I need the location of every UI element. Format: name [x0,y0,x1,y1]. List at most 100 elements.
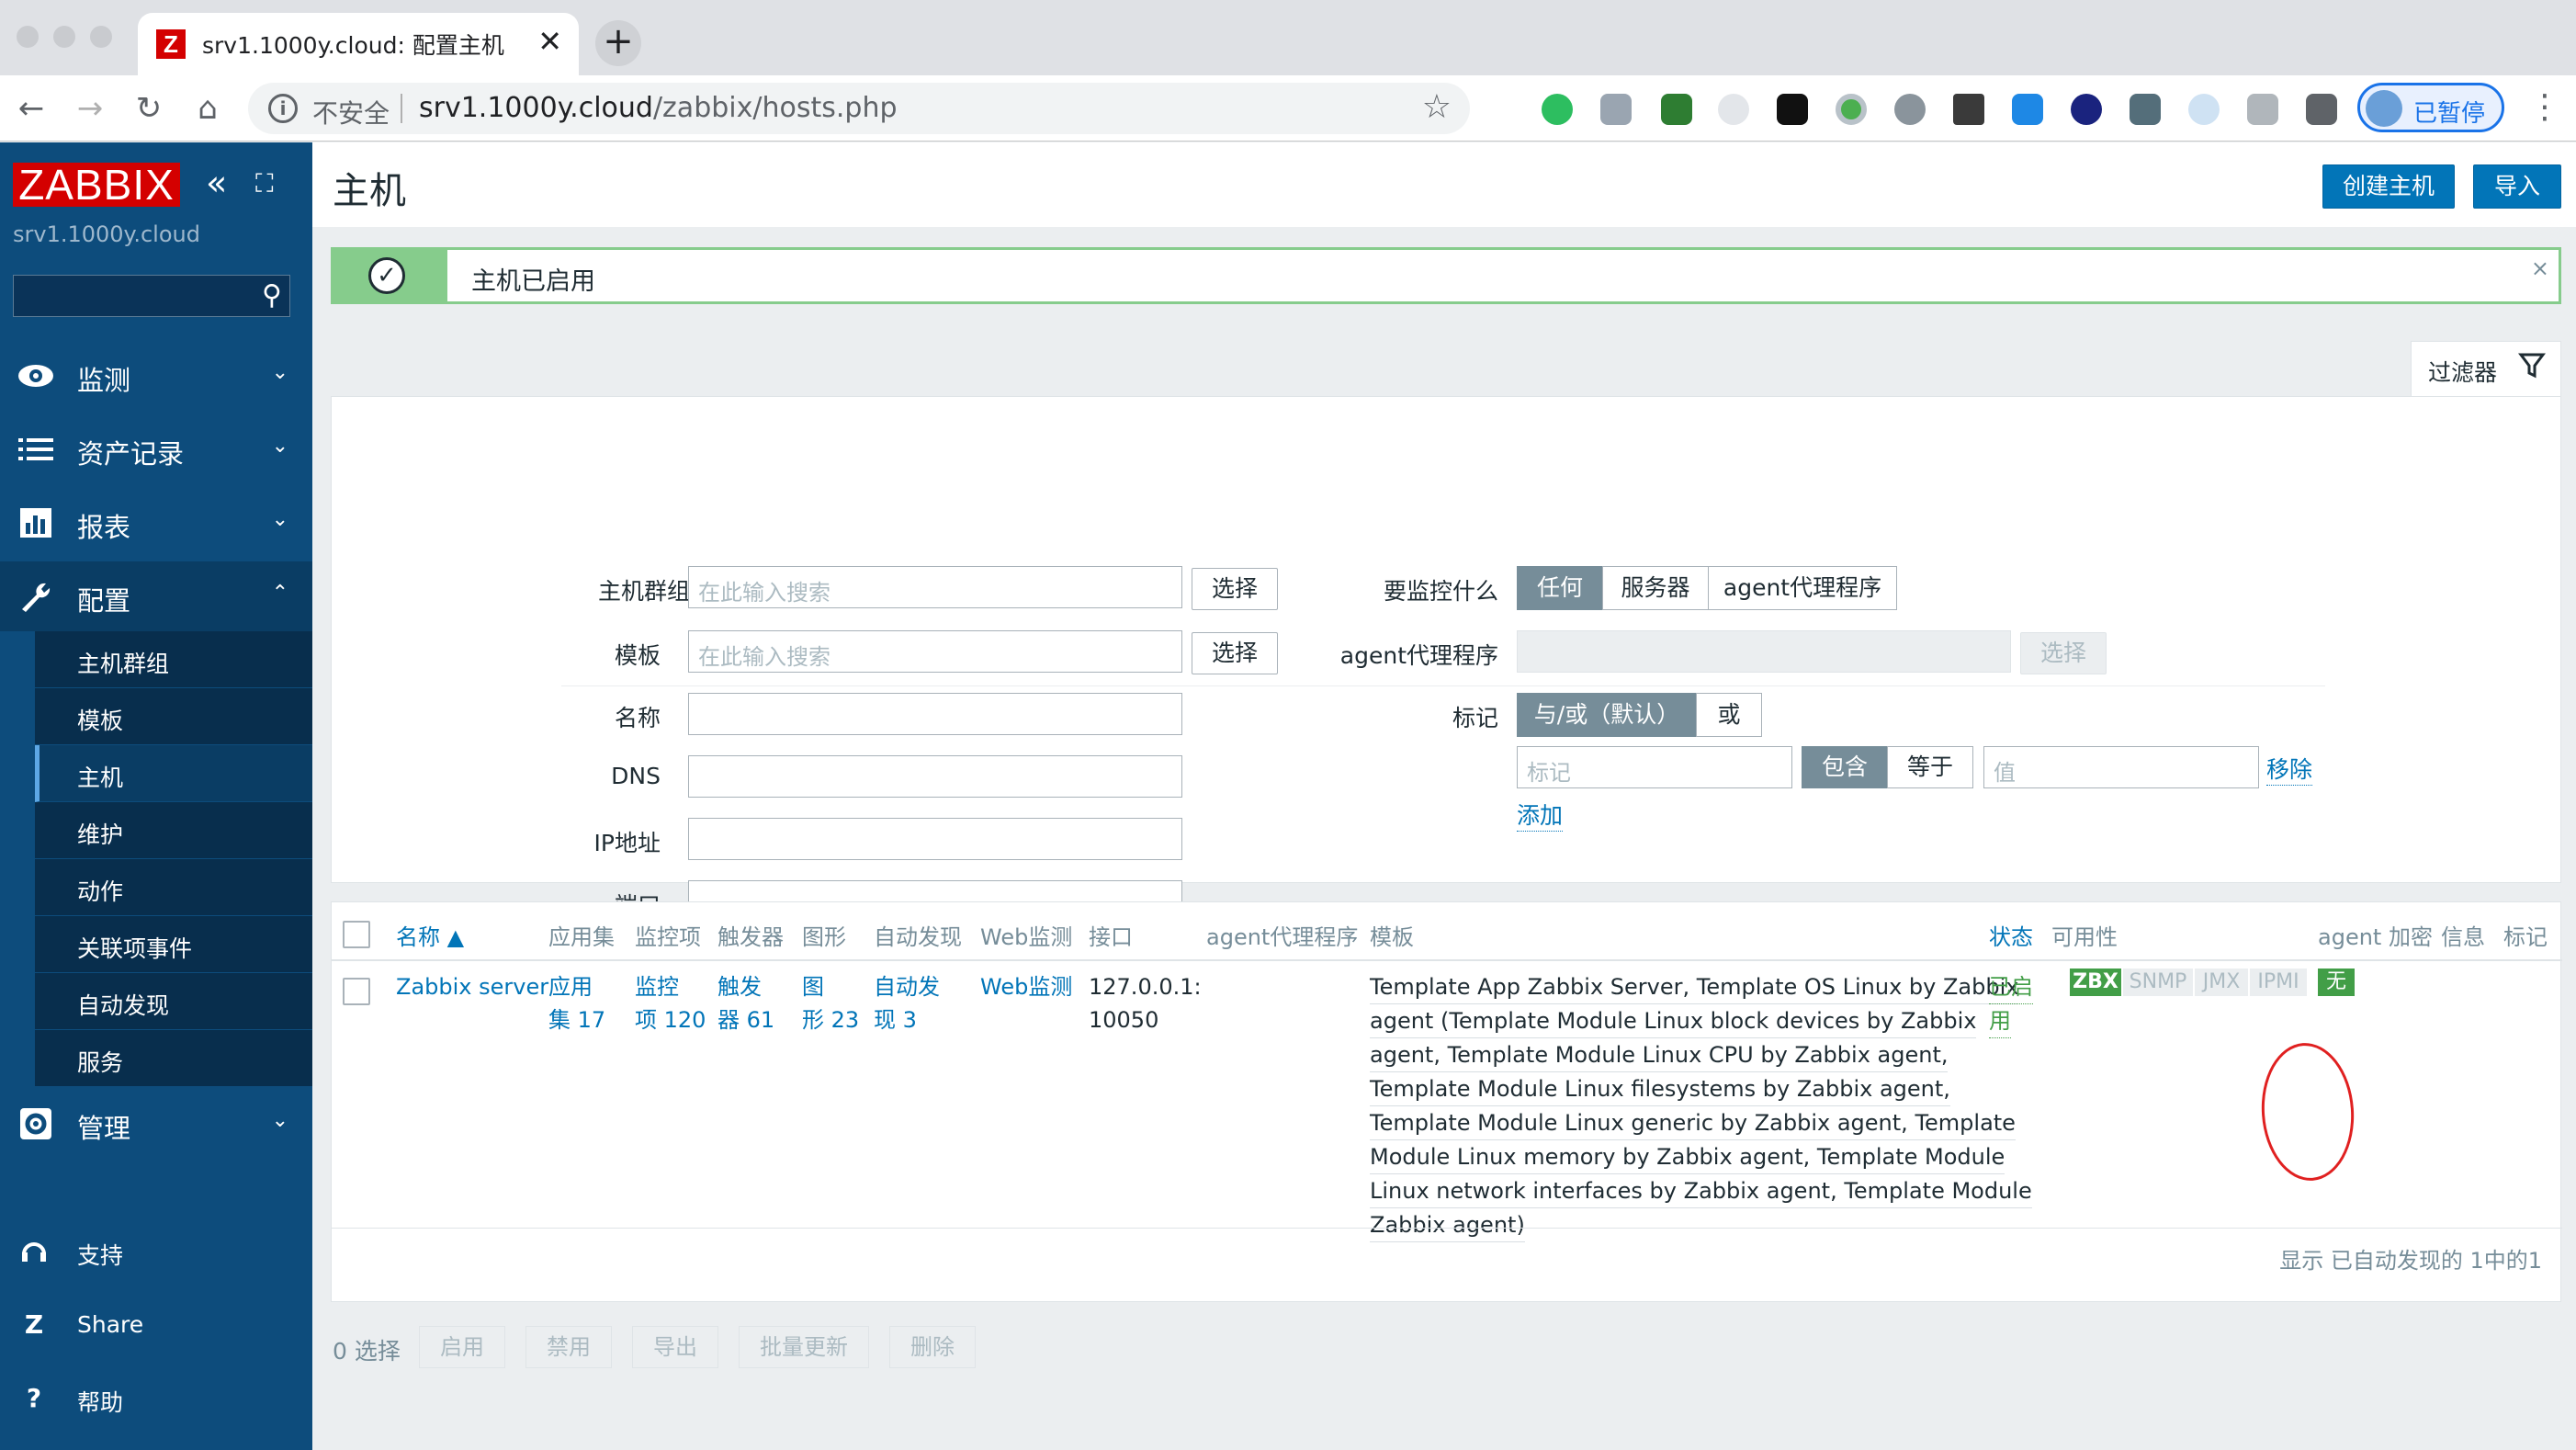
home-icon[interactable]: ⌂ [187,88,228,129]
select-all-checkbox[interactable] [343,921,370,948]
tag-operator-contains[interactable]: 包含 [1802,746,1888,788]
submenu-services[interactable]: 服务 [35,1030,312,1087]
template-line[interactable]: agent (Template Module Linux block devic… [1370,1004,1977,1038]
template-line[interactable]: Module Linux memory by Zabbix agent, Tem… [1370,1140,2005,1174]
applications-link[interactable]: 应用集 17 [548,970,605,1037]
media-extension-icon[interactable] [2071,94,2102,125]
extensions-puzzle-icon[interactable] [2306,94,2337,125]
collapse-sidebar-icon[interactable]: « [206,163,227,203]
submenu-discovery[interactable]: 自动发现 [35,973,312,1030]
mass-export-button[interactable]: 导出 [632,1326,718,1368]
message-close-icon[interactable]: × [2531,255,2549,281]
name-input[interactable] [688,693,1182,735]
tags-and-or[interactable]: 与/或（默认） [1517,693,1697,737]
tab-close-icon[interactable]: ✕ [537,24,562,59]
search-icon[interactable]: ⚲ [262,279,282,312]
web-link[interactable]: Web监测 [980,970,1072,1003]
window-close-dot[interactable] [17,26,39,48]
reload-icon[interactable]: ↻ [129,88,169,129]
template-line[interactable]: Template Module Linux generic by Zabbix … [1370,1106,2016,1140]
monitored-by-server[interactable]: 服务器 [1602,566,1709,610]
help-extension-icon[interactable] [1894,94,1926,125]
translate-extension-icon[interactable] [1661,94,1692,125]
profile-button[interactable]: 已暂停 [2357,83,2504,132]
sidebar-item-support[interactable]: 支持 [0,1219,312,1284]
tampermonkey-extension-icon[interactable] [1777,94,1808,125]
submenu-templates[interactable]: 模板 [35,688,312,745]
sidebar-item-monitoring[interactable]: 监测 ⌄ [0,341,312,411]
window-minimize-dot[interactable] [53,26,75,48]
status-extension-icon[interactable] [1836,94,1867,125]
filter-tab[interactable]: 过滤器 [2411,341,2561,396]
tag-remove-link[interactable]: 移除 [2266,752,2313,786]
import-button[interactable]: 导入 [2473,164,2561,209]
create-host-button[interactable]: 创建主机 [2322,164,2455,209]
sidebar-item-configuration[interactable]: 配置 ⌃ [0,561,312,631]
templates-list[interactable]: Template App Zabbix Server, Template OS … [1370,970,2032,1242]
tag-add-link[interactable]: 添加 [1517,798,1564,832]
site-info-icon[interactable]: i [268,94,298,123]
bookmark-star-icon[interactable]: ☆ [1422,88,1452,126]
host-groups-select-button[interactable]: 选择 [1192,568,1278,610]
evernote-extension-icon[interactable] [1542,94,1573,125]
tags-or[interactable]: 或 [1696,693,1762,737]
submenu-actions[interactable]: 动作 [35,859,312,916]
templates-input[interactable]: 在此输入搜索 [688,630,1182,673]
monitored-by-any[interactable]: 任何 [1517,566,1603,610]
submenu-event-correlation[interactable]: 关联项事件 [35,916,312,973]
monitored-by-proxy[interactable]: agent代理程序 [1708,566,1897,610]
sidebar-item-help[interactable]: ? 帮助 [0,1366,312,1431]
dns-input[interactable] [688,755,1182,798]
mass-update-button[interactable]: 批量更新 [739,1326,869,1368]
column-status[interactable]: 状态 [1989,919,2033,951]
ip-input[interactable] [688,818,1182,860]
sidebar-search-input[interactable]: ⚲ [13,275,290,317]
submenu-hosts[interactable]: 主机 [35,745,312,802]
kiosk-mode-icon[interactable]: ⛶ [255,168,274,199]
address-bar[interactable]: i 不安全 srv1.1000y.cloud/zabbix/hosts.php … [248,83,1470,134]
browser-tab[interactable]: Z srv1.1000y.cloud: 配置主机 ✕ [138,13,579,75]
template-line[interactable]: agent, Template Module Linux CPU by Zabb… [1370,1038,1949,1072]
url-text[interactable]: srv1.1000y.cloud/zabbix/hosts.php [419,92,898,124]
status-toggle[interactable]: 已启 用 [1989,970,2033,1038]
row-checkbox[interactable] [343,978,370,1005]
funnel-icon [2518,351,2546,386]
forward-arrow-icon[interactable]: → [70,88,110,129]
template-line[interactable]: Template App Zabbix Server, Template OS … [1370,970,2019,1004]
column-name[interactable]: 名称 ▲ [396,919,464,951]
template-line[interactable]: Template Module Linux filesystems by Zab… [1370,1072,1950,1106]
window-zoom-dot[interactable] [90,26,112,48]
gitzip-extension-icon[interactable] [1953,94,1984,125]
template-line[interactable]: Linux network interfaces by Zabbix agent… [1370,1174,2032,1208]
browser-menu-icon[interactable]: ⋮ [2528,88,2561,126]
cloud-extension-icon[interactable] [1718,94,1749,125]
host-name-link[interactable]: Zabbix server [396,970,548,1003]
back-arrow-icon[interactable]: ← [11,88,51,129]
submenu-maintenance[interactable]: 维护 [35,802,312,859]
new-tab-button[interactable]: + [595,20,641,66]
discovery-link[interactable]: 自动发现 3 [874,970,940,1037]
mass-delete-button[interactable]: 删除 [889,1326,976,1368]
mass-disable-button[interactable]: 禁用 [525,1326,612,1368]
screen-capture-extension-icon[interactable] [2012,94,2043,125]
triggers-link[interactable]: 触发器 61 [717,970,774,1037]
template-line[interactable]: Zabbix agent) [1370,1208,1525,1242]
graphs-link[interactable]: 图形 23 [802,970,859,1037]
sidebar-item-inventory[interactable]: 资产记录 ⌄ [0,414,312,484]
mass-enable-button[interactable]: 启用 [419,1326,505,1368]
proxy-extension-icon[interactable] [2130,94,2161,125]
submenu-host-groups[interactable]: 主机群组 [35,631,312,688]
sidebar-item-reports[interactable]: 报表 ⌄ [0,488,312,558]
host-groups-input[interactable]: 在此输入搜索 [688,566,1182,608]
sync-extension-icon[interactable] [2188,94,2220,125]
tag-name-input[interactable]: 标记 [1517,746,1792,788]
download-extension-icon[interactable] [1600,94,1632,125]
items-link[interactable]: 监控项 120 [635,970,706,1037]
sidebar-item-share[interactable]: Z Share [0,1293,312,1357]
tag-value-input[interactable]: 值 [1983,746,2259,788]
templates-select-button[interactable]: 选择 [1192,632,1278,674]
sidebar-item-administration[interactable]: 管理 ⌄ [0,1089,312,1159]
folder-extension-icon[interactable] [2247,94,2278,125]
zabbix-logo[interactable]: ZABBIX [13,163,180,207]
tag-operator-equals[interactable]: 等于 [1887,746,1973,788]
